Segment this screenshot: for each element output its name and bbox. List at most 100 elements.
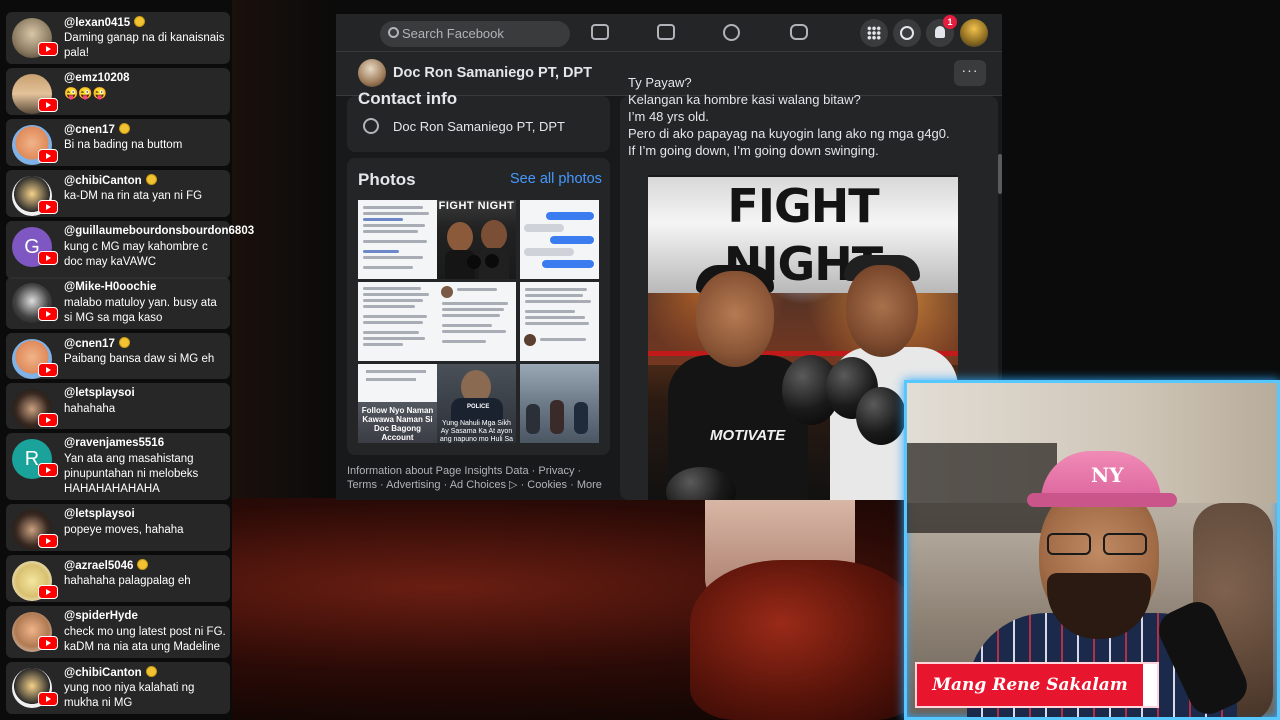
groups-icon[interactable] (723, 24, 740, 41)
ad-choices-icon: ▷ (509, 479, 518, 491)
chat-username: @chibiCanton (64, 666, 157, 679)
photo-police-caption: Yung Nahuli Mga Sikh Ay Sasama Ka At ayo… (439, 420, 514, 443)
messenger-icon (900, 26, 914, 40)
chat-message: @cnen17 Bi na bading na buttom (6, 119, 230, 166)
background-boxing-glove (690, 560, 920, 720)
chat-username: @chibiCanton (64, 174, 157, 187)
chat-message: @Mike-H0oochie malabo matuloy yan. busy … (6, 277, 230, 329)
chat-text: 😜😜😜 (64, 88, 107, 100)
chat-message: @chibiCanton ka-DM na rin ata yan ni FG (6, 170, 230, 217)
chat-text: hahahaha palagpalag eh (64, 575, 191, 587)
youtube-icon (38, 463, 58, 477)
photo-thumbnail[interactable] (520, 200, 599, 279)
contact-messenger-row[interactable]: Doc Ron Samaniego PT, DPT (363, 118, 565, 134)
photo-meme-caption: Follow Nyo Naman Kawawa Naman Si Doc Bag… (361, 406, 434, 442)
photo-thumbnail[interactable] (520, 364, 599, 443)
glasses-icon (1047, 533, 1153, 555)
youtube-icon (38, 98, 58, 112)
notification-badge: 1 (943, 15, 957, 29)
footer-link-privacy[interactable]: Privacy (538, 465, 574, 477)
facebook-top-nav: Search Facebook 1 (336, 14, 1002, 52)
chat-message: @chibiCanton yung noo niya kalahati ng m… (6, 662, 230, 714)
streamer-cap-brim (1027, 493, 1177, 507)
member-badge-icon (134, 16, 146, 27)
more-options-button[interactable]: ··· (954, 60, 986, 86)
photos-title: Photos (358, 170, 416, 189)
chat-text: yung noo niya kalahati ng mukha ni MG (64, 682, 195, 709)
cam-background-shelf (907, 443, 1057, 533)
footer-link-advertising[interactable]: Advertising (386, 479, 440, 491)
youtube-icon (38, 585, 58, 599)
chat-message: R @ravenjames5516 Yan ata ang masahistan… (6, 433, 230, 500)
chat-username: @letsplaysoi (64, 508, 135, 520)
contact-messenger-name: Doc Ron Samaniego PT, DPT (393, 119, 565, 134)
scrollbar-thumb[interactable] (998, 154, 1002, 194)
photo-thumbnail[interactable] (358, 200, 437, 279)
chat-message: @letsplaysoi popeye moves, hahaha (6, 504, 230, 551)
messenger-button[interactable] (893, 19, 921, 47)
chat-text: check mo ung latest post ni FG. kaDM na … (64, 626, 226, 653)
live-chat-overlay: @lexan0415 Daming ganap na di kanaisnais… (0, 0, 254, 720)
chat-username: @Mike-H0oochie (64, 281, 157, 293)
account-avatar[interactable] (960, 19, 988, 47)
youtube-icon (38, 307, 58, 321)
photo-thumbnail[interactable] (437, 282, 516, 361)
youtube-icon (38, 413, 58, 427)
member-badge-icon (137, 559, 149, 570)
youtube-icon (38, 200, 58, 214)
search-input[interactable]: Search Facebook (380, 21, 570, 47)
photo-thumbnail-fight[interactable]: FIGHT NIGHT (437, 200, 516, 279)
chat-message: @emz10208 😜😜😜 (6, 68, 230, 115)
chat-text: Yan ata ang masahistang pinupuntahan ni … (64, 453, 199, 495)
chat-username: @guillaumebourdonsbourdon6803 (64, 225, 255, 237)
photo-thumbnail-meme[interactable]: Follow Nyo Naman Kawawa Naman Si Doc Bag… (358, 364, 437, 443)
footer-link-insights[interactable]: Information about Page Insights Data (347, 465, 529, 477)
marketplace-icon[interactable] (657, 24, 675, 40)
chat-text: malabo matuloy yan. busy ata si MG sa mg… (64, 297, 217, 324)
post-line: Pero di ako papayag na kuyogin lang ako … (628, 126, 950, 141)
member-badge-icon (118, 337, 130, 348)
footer-link-ad-choices[interactable]: Ad Choices (450, 479, 506, 491)
footer-link-more[interactable]: More (577, 479, 602, 491)
see-all-photos-link[interactable]: See all photos (510, 171, 602, 187)
chat-text: ka-DM na rin ata yan ni FG (64, 190, 203, 202)
search-icon (388, 27, 399, 38)
cap-logo: NY (1091, 463, 1124, 487)
chat-username: @lexan0415 (64, 16, 146, 29)
post-line: Ty Payaw? (628, 75, 692, 90)
profile-name[interactable]: Doc Ron Samaniego PT, DPT (393, 65, 592, 81)
poster-shirt-text: MOTIVATE (710, 427, 786, 444)
chat-username: @cnen17 (64, 123, 130, 136)
contact-info-title: Contact info (358, 89, 458, 108)
youtube-icon (38, 149, 58, 163)
post-line: I’m 48 yrs old. (628, 109, 709, 124)
photo-thumbnail-police[interactable]: POLICE Yung Nahuli Mga Sikh Ay Sasama Ka… (437, 364, 516, 443)
youtube-icon (38, 42, 58, 56)
footer-link-cookies[interactable]: Cookies (527, 479, 567, 491)
menu-button[interactable] (860, 19, 888, 47)
profile-avatar[interactable] (358, 59, 386, 87)
chat-message: G @guillaumebourdonsbourdon6803 kung c M… (6, 221, 254, 279)
photo-fight-title: FIGHT NIGHT (438, 200, 515, 212)
photo-thumbnail[interactable] (520, 282, 599, 361)
bell-icon (935, 26, 945, 38)
footer-link-terms[interactable]: Terms (347, 479, 377, 491)
boxing-glove-icon (856, 387, 906, 445)
grid-icon (867, 26, 881, 40)
fighter-right-face (846, 265, 918, 357)
video-icon[interactable] (591, 24, 609, 40)
photo-thumbnail[interactable] (358, 282, 437, 361)
gaming-icon[interactable] (790, 24, 808, 40)
chat-message: @cnen17 Paibang bansa daw si MG eh (6, 333, 230, 379)
member-badge-icon (118, 123, 130, 134)
chat-text: Daming ganap na di kanaisnais pala! (64, 32, 225, 59)
chat-text: kung c MG may kahombre c doc may kaVAWC (64, 241, 208, 268)
chat-username: @azrael5046 (64, 559, 149, 572)
chat-username: @emz10208 (64, 72, 130, 84)
fighter-left-face (696, 271, 774, 367)
chat-username: @spiderHyde (64, 610, 138, 622)
chat-message: @lexan0415 Daming ganap na di kanaisnais… (6, 12, 230, 64)
youtube-icon (38, 534, 58, 548)
chat-text: popeye moves, hahaha (64, 524, 184, 536)
member-badge-icon (145, 666, 157, 677)
